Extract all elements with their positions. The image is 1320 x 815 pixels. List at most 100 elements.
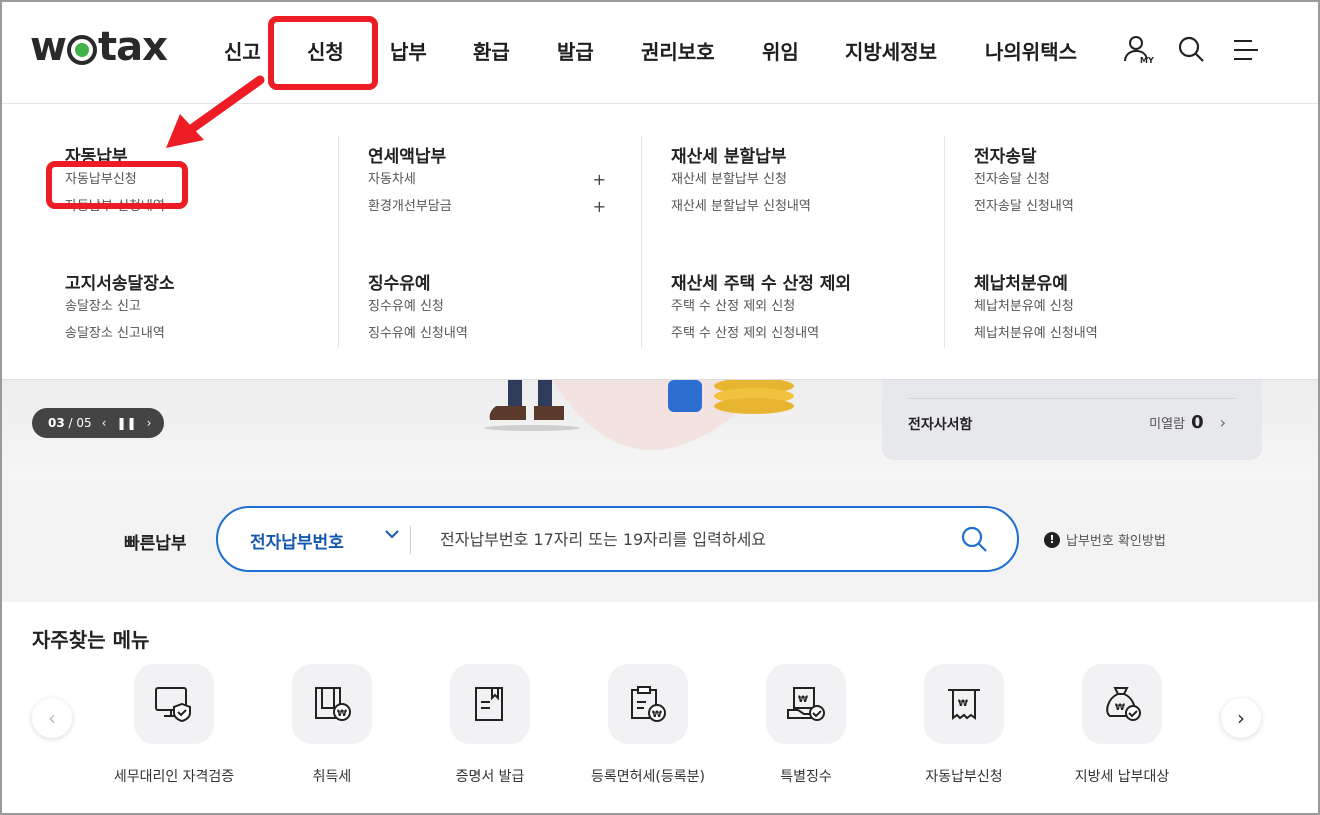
mailbox-card[interactable]: 전자사서함 미열람 0 › [882, 380, 1262, 460]
nav-item-report[interactable]: 신고 [224, 36, 261, 65]
nav-item-rights[interactable]: 권리보호 [641, 36, 715, 65]
frequent-item-label: 자동납부신청 [925, 769, 1003, 785]
help-text: 납부번호 확인방법 [1066, 534, 1166, 549]
pause-icon[interactable]: ❚❚ [116, 416, 136, 430]
nav-item-delegate[interactable]: 위임 [762, 36, 799, 65]
search-icon[interactable] [1176, 34, 1208, 66]
menu-group-house-count-exclusion: 재산세 주택 수 산정 제외 주택 수 산정 제외 신청 주택 수 산정 제외 … [671, 269, 921, 347]
menu-item-label: 환경개선부담금 [368, 199, 452, 214]
group-title: 연세액납부 [368, 147, 447, 167]
next-slide-icon[interactable]: › [147, 416, 152, 430]
menu-group-e-delivery: 전자송달 전자송달 신청 전자송달 신청내역 [974, 142, 1224, 220]
menu-item-e-delivery-apply[interactable]: 전자송달 신청 [974, 166, 1224, 193]
wetax-logo[interactable]: w tax [30, 24, 168, 70]
certificate-icon [450, 664, 530, 744]
menu-item-address-history[interactable]: 송달장소 신고내역 [65, 320, 315, 347]
payment-number-help-link[interactable]: ! 납부번호 확인방법 [1044, 530, 1166, 549]
frequent-item-tax-agent-check[interactable]: 세무대리인 자격검증 [99, 664, 249, 786]
nav-item-refund[interactable]: 환급 [473, 36, 510, 65]
frequent-item-special-collection[interactable]: ₩ 특별징수 [731, 664, 881, 786]
logo-text-left: w [30, 24, 67, 70]
frequent-item-local-tax-target[interactable]: ₩ 지방세 납부대상 [1047, 664, 1197, 786]
menu-item-address-report[interactable]: 송달장소 신고 [65, 293, 315, 320]
carousel-prev-button[interactable]: ‹ [32, 698, 72, 738]
menu-group-arrears-deferral: 체납처분유예 체납처분유예 신청 체납처분유예 신청내역 [974, 269, 1224, 347]
svg-text:₩: ₩ [1115, 703, 1125, 713]
frequent-item-label: 특별징수 [780, 769, 832, 785]
svg-text:₩: ₩ [652, 710, 662, 720]
frequent-item-auto-pay-apply[interactable]: ₩ 자동납부신청 [889, 664, 1039, 786]
quick-pay-label: 빠른납부 [124, 534, 187, 554]
menu-item-installment-history[interactable]: 재산세 분할납부 신청내역 [671, 193, 921, 220]
mailbox-title: 전자사서함 [908, 417, 973, 433]
clipboard-won-icon: ₩ [608, 664, 688, 744]
menu-item-e-delivery-history[interactable]: 전자송달 신청내역 [974, 193, 1224, 220]
frequent-item-registration-tax[interactable]: ₩ 등록면허세(등록분) [573, 664, 723, 786]
card-divider [908, 398, 1236, 399]
receipt-won-icon: ₩ [924, 664, 1004, 744]
prev-slide-icon[interactable]: ‹ [102, 416, 107, 430]
frequent-item-acquisition-tax[interactable]: ₩ 취득세 [257, 664, 407, 786]
menu-group-annual-pay: 연세액납부 자동차세 + 환경개선부담금 + [368, 142, 606, 220]
menu-item-vehicle-tax[interactable]: 자동차세 + [368, 166, 606, 193]
nav-item-issue[interactable]: 발급 [557, 36, 594, 65]
svg-text:₩: ₩ [958, 699, 968, 709]
menu-item-arrears-apply[interactable]: 체납처분유예 신청 [974, 293, 1224, 320]
mailbox-unread: 미열람 0 › [1149, 412, 1226, 433]
screenshot-frame: w tax 신고 신청 납부 환급 발급 권리보호 위임 지방세정보 나의위택스 … [0, 0, 1320, 815]
menu-group-property-installment: 재산세 분할납부 재산세 분할납부 신청 재산세 분할납부 신청내역 [671, 142, 921, 220]
search-icon[interactable] [959, 524, 989, 554]
highlight-box-apply-nav [268, 16, 378, 90]
payment-type-select[interactable]: 전자납부번호 [250, 528, 344, 553]
column-divider [641, 136, 642, 348]
nav-item-pay[interactable]: 납부 [390, 36, 427, 65]
info-icon: ! [1044, 531, 1060, 548]
my-page-icon[interactable]: MY [1122, 34, 1154, 66]
menu-item-installment-apply[interactable]: 재산세 분할납부 신청 [671, 166, 921, 193]
hamburger-menu-icon[interactable] [1230, 34, 1262, 66]
unread-label: 미열람 [1149, 417, 1186, 432]
column-divider [338, 136, 339, 348]
frequent-item-label: 지방세 납부대상 [1074, 769, 1170, 785]
highlight-box-auto-pay-apply [46, 161, 188, 209]
red-arrow-icon [166, 75, 265, 148]
menu-item-arrears-history[interactable]: 체납처분유예 신청내역 [974, 320, 1224, 347]
column-divider [944, 136, 945, 348]
menu-group-collection-deferral: 징수유예 징수유예 신청 징수유예 신청내역 [368, 269, 618, 347]
nav-item-my-wetax[interactable]: 나의위택스 [985, 36, 1077, 65]
money-bag-icon: ₩ [1082, 664, 1162, 744]
search-divider [410, 526, 411, 554]
carousel-next-button[interactable]: › [1221, 698, 1261, 738]
frequent-item-label: 증명서 발급 [455, 769, 525, 785]
pager-count: 03 / 05 [48, 416, 92, 430]
group-title: 체납처분유예 [974, 274, 1068, 294]
menu-item-exclusion-history[interactable]: 주택 수 산정 제외 신청내역 [671, 320, 921, 347]
expand-plus-icon[interactable]: + [593, 193, 606, 220]
logo-e-mark [66, 35, 97, 65]
payment-number-input[interactable] [440, 524, 940, 554]
banner-pager: 03 / 05 ‹ ❚❚ › [32, 408, 164, 438]
chevron-right-icon[interactable]: › [1220, 413, 1226, 432]
quick-payment-section: 빠른납부 전자납부번호 ! 납부번호 확인방법 [2, 480, 1318, 602]
menu-item-deferral-history[interactable]: 징수유예 신청내역 [368, 320, 618, 347]
menu-item-exclusion-apply[interactable]: 주택 수 산정 제외 신청 [671, 293, 921, 320]
pager-current: 03 [48, 416, 65, 430]
hand-won-icon: ₩ [766, 664, 846, 744]
pager-separator: / [64, 416, 77, 430]
pager-total: 05 [76, 416, 92, 430]
frequent-menu-title: 자주찾는 메뉴 [32, 628, 150, 652]
group-title: 재산세 분할납부 [671, 147, 787, 167]
frequent-item-label: 취득세 [312, 769, 352, 785]
group-title: 재산세 주택 수 산정 제외 [671, 274, 852, 294]
menu-item-env-charge[interactable]: 환경개선부담금 + [368, 193, 606, 220]
frequent-item-certificate-issue[interactable]: 증명서 발급 [415, 664, 565, 786]
unread-count: 0 [1191, 412, 1204, 433]
nav-item-local-tax-info[interactable]: 지방세정보 [845, 36, 937, 65]
frequent-item-label: 등록면허세(등록분) [591, 769, 705, 785]
document-won-icon: ₩ [292, 664, 372, 744]
menu-group-notice-address: 고지서송달장소 송달장소 신고 송달장소 신고내역 [65, 269, 315, 347]
group-title: 고지서송달장소 [65, 274, 175, 294]
chevron-down-icon[interactable] [382, 524, 402, 544]
menu-item-deferral-apply[interactable]: 징수유예 신청 [368, 293, 618, 320]
expand-plus-icon[interactable]: + [593, 166, 606, 193]
